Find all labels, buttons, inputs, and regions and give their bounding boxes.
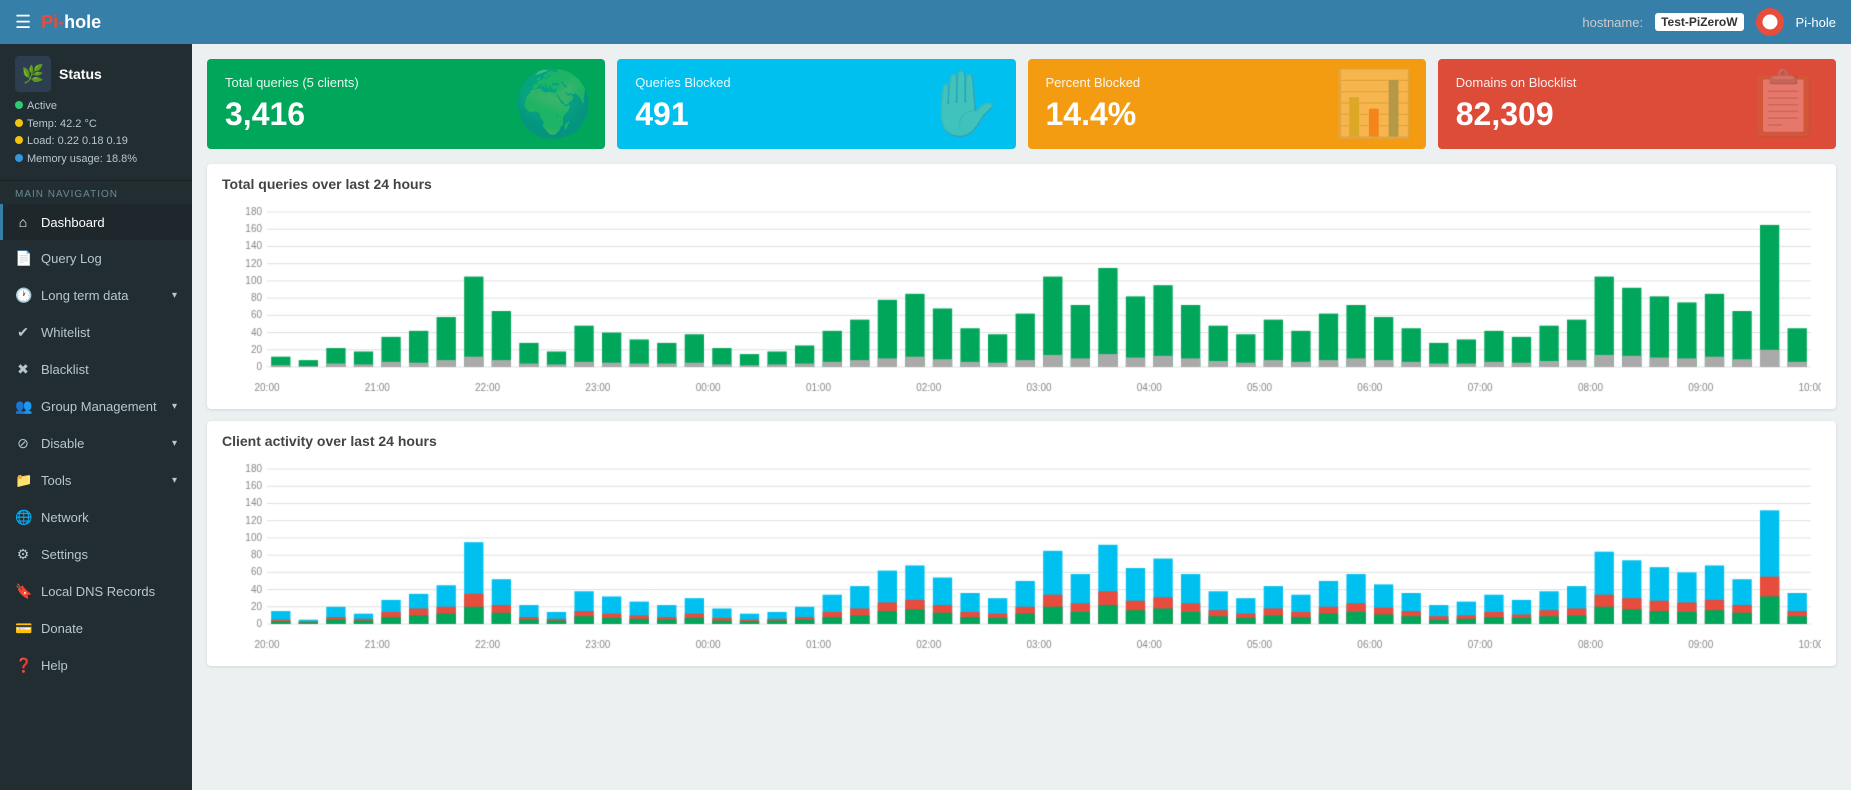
stat-card-percent: Percent Blocked 14.4% 📊 (1028, 59, 1426, 149)
domains-blocklist-value: 82,309 (1456, 96, 1577, 133)
total-queries-label: Total queries (5 clients) (225, 75, 359, 90)
sidebar-item-help[interactable]: ❓ Help (0, 647, 192, 684)
querylog-icon: 📄 (15, 250, 31, 267)
disable-expand-icon: ▾ (172, 438, 177, 449)
stat-card-domains: Domains on Blocklist 82,309 📋 (1438, 59, 1836, 149)
brand-pi: Pi- (41, 12, 64, 32)
whitelist-icon: ✔ (15, 324, 31, 341)
sidebar-item-localdns[interactable]: 🔖 Local DNS Records (0, 573, 192, 610)
groupmgmt-expand-icon: ▾ (172, 401, 177, 412)
hostname-value: Test-PiZeroW (1655, 13, 1743, 31)
sidebar-item-longterm[interactable]: 🕐 Long term data ▾ (0, 277, 192, 314)
brand-hole: hole (64, 12, 101, 32)
percent-blocked-value: 14.4% (1046, 96, 1141, 133)
disable-label: Disable (41, 436, 84, 451)
tools-label: Tools (41, 473, 71, 488)
brand-logo: Pi-hole (41, 12, 101, 33)
chart1-title: Total queries over last 24 hours (222, 176, 1821, 192)
percent-blocked-icon: 📊 (1334, 67, 1414, 142)
sidebar-item-groupmgmt[interactable]: 👥 Group Management ▾ (0, 388, 192, 425)
sidebar-item-donate[interactable]: 💳 Donate (0, 610, 192, 647)
total-queries-value: 3,416 (225, 96, 359, 133)
sidebar-item-disable[interactable]: ⊘ Disable ▾ (0, 425, 192, 462)
disable-icon: ⊘ (15, 435, 31, 452)
longterm-icon: 🕐 (15, 287, 31, 304)
sidebar-item-whitelist[interactable]: ✔ Whitelist (0, 314, 192, 351)
sidebar-item-network[interactable]: 🌐 Network (0, 499, 192, 536)
status-info: Active Temp: 42.2 °C Load: 0.22 0.18 0.1… (15, 98, 177, 168)
help-label: Help (41, 658, 68, 673)
main-wrapper: 🌿 Status Active Temp: 42.2 °C Load: 0.22… (0, 44, 1851, 790)
groupmgmt-icon: 👥 (15, 398, 31, 415)
status-icon: 🌿 (15, 56, 51, 92)
sidebar-item-tools[interactable]: 📁 Tools ▾ (0, 462, 192, 499)
active-dot (15, 101, 23, 109)
network-label: Network (41, 510, 89, 525)
help-icon: ❓ (15, 657, 31, 674)
tools-icon: 📁 (15, 472, 31, 489)
load-dot (15, 136, 23, 144)
stats-row: Total queries (5 clients) 3,416 🌍 Querie… (207, 59, 1836, 149)
tools-expand-icon: ▾ (172, 475, 177, 486)
sidebar-item-settings[interactable]: ⚙ Settings (0, 536, 192, 573)
domains-blocklist-label: Domains on Blocklist (1456, 75, 1577, 90)
localdns-label: Local DNS Records (41, 584, 155, 599)
site-name: Pi-hole (1796, 15, 1836, 30)
menu-toggle-icon[interactable]: ☰ (15, 12, 31, 33)
longterm-label: Long term data (41, 288, 128, 303)
pi-logo (1756, 8, 1784, 36)
dashboard-label: Dashboard (41, 215, 105, 230)
chart2-title: Client activity over last 24 hours (222, 433, 1821, 449)
querylog-label: Query Log (41, 251, 102, 266)
queries-blocked-icon: ✋ (924, 67, 1004, 142)
blacklist-icon: ✖ (15, 361, 31, 378)
status-title: Status (59, 66, 102, 82)
navbar-right: hostname: Test-PiZeroW Pi-hole (1582, 8, 1836, 36)
chart2-container (222, 459, 1821, 654)
percent-blocked-label: Percent Blocked (1046, 75, 1141, 90)
chart2-canvas (222, 459, 1821, 654)
chart1-container (222, 202, 1821, 397)
sidebar: 🌿 Status Active Temp: 42.2 °C Load: 0.22… (0, 44, 192, 790)
memory-dot (15, 154, 23, 162)
donate-icon: 💳 (15, 620, 31, 637)
queries-blocked-value: 491 (635, 96, 730, 133)
chart1-section: Total queries over last 24 hours (207, 164, 1836, 409)
stat-card-blocked: Queries Blocked 491 ✋ (617, 59, 1015, 149)
groupmgmt-label: Group Management (41, 399, 157, 414)
network-icon: 🌐 (15, 509, 31, 526)
sidebar-item-dashboard[interactable]: ⌂ Dashboard (0, 204, 192, 240)
settings-label: Settings (41, 547, 88, 562)
chart1-canvas (222, 202, 1821, 397)
navbar: ☰ Pi-hole hostname: Test-PiZeroW Pi-hole (0, 0, 1851, 44)
main-content: Total queries (5 clients) 3,416 🌍 Querie… (192, 44, 1851, 790)
nav-section-label: MAIN NAVIGATION (0, 181, 192, 204)
queries-blocked-label: Queries Blocked (635, 75, 730, 90)
stat-card-total: Total queries (5 clients) 3,416 🌍 (207, 59, 605, 149)
sidebar-item-blacklist[interactable]: ✖ Blacklist (0, 351, 192, 388)
localdns-icon: 🔖 (15, 583, 31, 600)
dashboard-icon: ⌂ (15, 214, 31, 230)
blacklist-label: Blacklist (41, 362, 89, 377)
total-queries-icon: 🌍 (514, 67, 594, 142)
sidebar-status: 🌿 Status Active Temp: 42.2 °C Load: 0.22… (0, 44, 192, 181)
sidebar-item-querylog[interactable]: 📄 Query Log (0, 240, 192, 277)
settings-icon: ⚙ (15, 546, 31, 563)
domains-blocklist-icon: 📋 (1744, 67, 1824, 142)
whitelist-label: Whitelist (41, 325, 90, 340)
hostname-label: hostname: (1582, 15, 1643, 30)
temp-dot (15, 119, 23, 127)
longterm-expand-icon: ▾ (172, 290, 177, 301)
chart2-section: Client activity over last 24 hours (207, 421, 1836, 666)
donate-label: Donate (41, 621, 83, 636)
